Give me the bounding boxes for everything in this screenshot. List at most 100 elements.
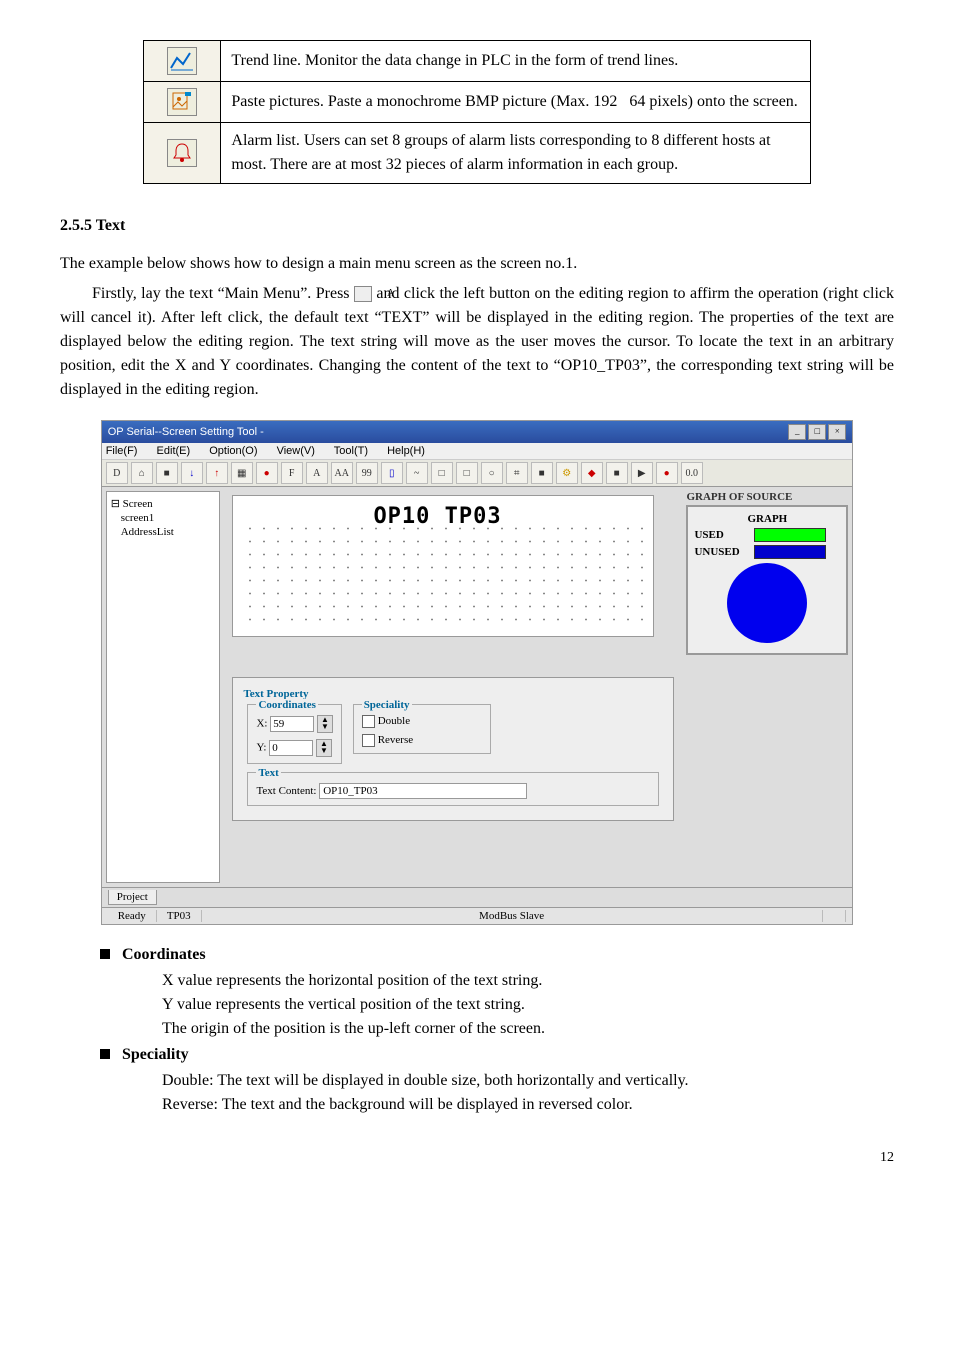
bullet-icon [100,949,110,959]
cell-icon-paste [144,82,221,123]
work-area: ⊟ Screen screen1 AddressList OP10 TP03 T… [102,487,853,887]
tool-btn[interactable]: ● [256,462,278,484]
unused-label: UNUSED [694,546,754,558]
x-input[interactable] [270,716,314,732]
coord-line-3: The origin of the position is the up-lef… [162,1017,894,1041]
tool-btn[interactable]: ~ [406,462,428,484]
cell-icon-alarm [144,123,221,184]
trend-line-icon [167,47,197,75]
project-tree[interactable]: ⊟ Screen screen1 AddressList [106,491,221,883]
x-label: X: [256,718,267,730]
coord-line-2: Y value represents the vertical position… [162,993,894,1017]
used-swatch [754,528,826,542]
text-fieldset: Text Text Content: [247,772,659,806]
close-button[interactable]: × [828,424,846,440]
graph-panel: GRAPH OF SOURCE GRAPH USED UNUSED [686,491,848,883]
tree-addresslist[interactable]: AddressList [121,525,216,539]
text-content-input[interactable] [319,783,527,799]
x-spinner[interactable]: ▲▼ [317,715,333,733]
graph-head: GRAPH [694,513,840,525]
tool-btn[interactable]: ■ [531,462,553,484]
tool-btn[interactable]: ○ [481,462,503,484]
tool-btn[interactable]: ↓ [181,462,203,484]
tool-btn[interactable]: ⌂ [131,462,153,484]
coordinates-legend: Coordinates [256,699,317,711]
tool-btn[interactable]: □ [456,462,478,484]
tool-btn[interactable]: ▦ [231,462,253,484]
paste-picture-icon [167,88,197,116]
menu-help[interactable]: Help(H) [387,445,433,457]
y-input[interactable] [269,740,313,756]
minimize-button[interactable]: _ [788,424,806,440]
project-tab[interactable]: Project [108,890,157,905]
menu-tool[interactable]: Tool(T) [334,445,376,457]
text-legend: Text [256,767,280,779]
menu-view[interactable]: View(V) [277,445,323,457]
toolbar: D ⌂ ■ ↓ ↑ ▦ ● F A AA 99 ▯ ~ □ □ ○ ⌗ ■ ⚙ … [102,460,853,487]
coordinates-heading: Coordinates [122,946,206,963]
screen-canvas[interactable]: OP10 TP03 [232,495,654,637]
tool-btn[interactable]: ▯ [381,462,403,484]
tool-btn[interactable]: □ [431,462,453,484]
double-checkbox[interactable] [362,715,375,728]
menu-option[interactable]: Option(O) [209,445,265,457]
tool-btn[interactable]: ● [656,462,678,484]
reverse-checkbox[interactable] [362,734,375,747]
graph-box: GRAPH USED UNUSED [686,505,848,655]
status-right [823,910,847,922]
editor-area: OP10 TP03 Text Property Coordinates X: ▲… [224,487,682,887]
tool-btn[interactable]: ▶ [631,462,653,484]
tool-btn[interactable]: F [281,462,303,484]
tree-screen1[interactable]: screen1 [121,511,216,525]
reverse-label: Reverse [378,734,413,746]
menu-edit[interactable]: Edit(E) [157,445,199,457]
tool-btn[interactable]: ■ [606,462,628,484]
icon-description-table: Trend line. Monitor the data change in P… [143,40,810,184]
status-bus: ModBus Slave [202,910,823,922]
page-number: 12 [60,1147,894,1168]
titlebar: OP Serial--Screen Setting Tool - _ □ × [102,421,853,443]
cell-icon-trend [144,41,221,82]
tool-btn[interactable]: ⌗ [506,462,528,484]
dot-grid [243,522,643,626]
y-spinner[interactable]: ▲▼ [316,739,332,757]
bottom-tabs: Project [102,887,853,907]
tool-btn[interactable]: A [306,462,328,484]
speciality-heading: Speciality [122,1046,189,1063]
status-model: TP03 [157,910,202,922]
text-content-label: Text Content: [256,785,316,797]
coordinates-fieldset: Coordinates X: ▲▼ Y: ▲▼ [247,704,342,764]
section-heading: 2.5.5 Text [60,214,894,238]
cell-desc-paste: Paste pictures. Paste a monochrome BMP p… [221,82,810,123]
tool-btn[interactable]: 0.0 [681,462,703,484]
y-label: Y: [256,742,266,754]
cell-desc-trend: Trend line. Monitor the data change in P… [221,41,810,82]
tool-btn[interactable]: ◆ [581,462,603,484]
unused-swatch [754,545,826,559]
menu-file[interactable]: File(F) [106,445,146,457]
tool-btn[interactable]: ⚙ [556,462,578,484]
tree-root[interactable]: ⊟ Screen [111,496,216,511]
tool-btn[interactable]: 99 [356,462,378,484]
window-title: OP Serial--Screen Setting Tool - [108,426,264,438]
usage-pie [727,563,807,643]
statusbar: Ready TP03 ModBus Slave [102,907,853,924]
status-ready: Ready [108,910,157,922]
screenshot-window: OP Serial--Screen Setting Tool - _ □ × F… [101,420,854,925]
tool-btn[interactable]: D [106,462,128,484]
coord-line-1: X value represents the horizontal positi… [162,969,894,993]
cell-desc-alarm: Alarm list. Users can set 8 groups of al… [221,123,810,184]
tool-btn[interactable]: ↑ [206,462,228,484]
alarm-list-icon [167,139,197,167]
text-tool-icon: A [354,286,372,302]
spec-line-1: Double: The text will be displayed in do… [162,1069,894,1093]
spec-line-2: Reverse: The text and the background wil… [162,1093,894,1117]
para-part-a: Firstly, lay the text “Main Menu”. Press [92,285,354,302]
speciality-legend: Speciality [362,699,412,711]
canvas-text[interactable]: OP10 TP03 [373,504,501,529]
tool-btn[interactable]: AA [331,462,353,484]
tool-btn[interactable]: ■ [156,462,178,484]
maximize-button[interactable]: □ [808,424,826,440]
property-panel: Text Property Coordinates X: ▲▼ Y: ▲▼ Sp… [232,677,674,821]
graph-title: GRAPH OF SOURCE [686,491,848,503]
